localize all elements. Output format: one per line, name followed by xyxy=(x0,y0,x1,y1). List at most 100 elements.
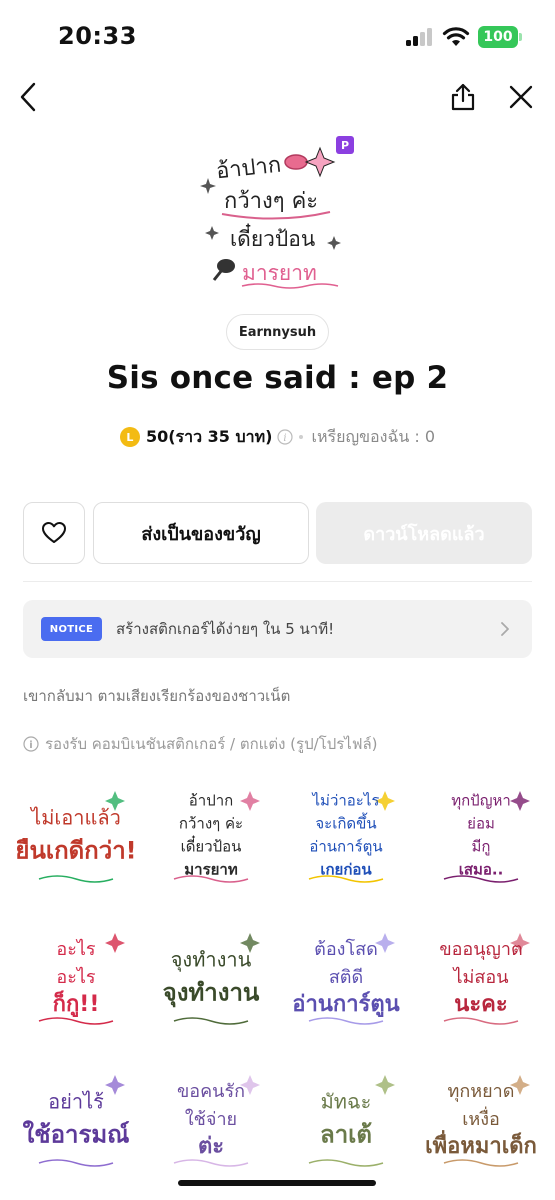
info-icon: i xyxy=(23,736,39,752)
heart-icon xyxy=(42,522,66,543)
sticker-text: ขอคนรัก xyxy=(177,1081,245,1102)
sticker-description: เขากลับมา ตามเสียงเรียกร้องของชาวเน็ต xyxy=(23,687,291,705)
share-button[interactable] xyxy=(446,80,480,114)
flourish xyxy=(308,1017,384,1025)
sticker-item[interactable]: ทุกปัญหา ย่อม มีกู เสมอ.. xyxy=(419,775,543,895)
flourish xyxy=(308,1159,384,1167)
notice-banner[interactable]: NOTICE สร้างสติกเกอร์ได้ง่ายๆ ใน 5 นาที! xyxy=(23,600,532,658)
my-coins-text: เหรียญของฉัน : 0 xyxy=(311,426,436,446)
sticker-grid: ไม่เอาแล้วยืนเกดีกว่า! อ้าปากกว้างๆ ค่ะเด… xyxy=(14,775,544,1179)
svg-text:อ้าปาก: อ้าปาก xyxy=(215,153,282,185)
line-coin-icon: L xyxy=(119,427,140,447)
sticker-text: ย่อม xyxy=(467,815,495,833)
sticker-text: เพื่อหมาเด็ก xyxy=(425,1129,537,1159)
sticker-text: ก็กู!! xyxy=(53,989,100,1018)
divider xyxy=(23,581,532,582)
sticker-text: จุงทำงาน xyxy=(171,948,252,973)
sticker-text: ใช้อารมณ์ xyxy=(23,1120,130,1149)
notice-text: สร้างสติกเกอร์ได้ง่ายๆ ใน 5 นาที! xyxy=(116,620,335,638)
sticker-text: ทุกหยาด xyxy=(448,1081,515,1102)
info-icon[interactable]: i xyxy=(277,429,294,445)
close-button[interactable] xyxy=(504,80,538,114)
status-time: 20:33 xyxy=(58,22,137,50)
sticker-text: อ่านการ์ตูน xyxy=(292,991,399,1018)
sticker-text: มัทฉะ xyxy=(321,1090,372,1114)
svg-text:i: i xyxy=(284,433,287,444)
sticker-image: อย่าไร้ใช้อารมณ์ xyxy=(23,1075,130,1167)
sparkle-icon xyxy=(105,933,125,953)
sparkle-icon xyxy=(240,791,260,811)
sticker-text: ไม่เอาแล้ว xyxy=(29,806,121,830)
sticker-text: ต่ะ xyxy=(198,1134,224,1159)
flourish xyxy=(443,1017,519,1025)
sticker-text: ลาเต้ xyxy=(320,1121,372,1149)
svg-text:มารยาท: มารยาท xyxy=(242,261,317,285)
battery-icon: 100 xyxy=(478,26,522,48)
notice-badge: NOTICE xyxy=(41,617,102,641)
sticker-item[interactable]: อะไร อะไร ก็กู!! xyxy=(14,917,138,1037)
home-indicator xyxy=(178,1180,376,1186)
sticker-item[interactable]: ทุกหยาดเหงื่อ เพื่อหมาเด็ก xyxy=(419,1059,543,1179)
cellular-signal-icon xyxy=(406,28,434,46)
support-text: รองรับ คอมบิเนชันสติกเกอร์ / ตกแต่ง (รูป… xyxy=(45,735,378,753)
support-info: i รองรับ คอมบิเนชันสติกเกอร์ / ตกแต่ง (ร… xyxy=(23,732,378,756)
sticker-item[interactable]: จุงทำงาน จุงทำงาน xyxy=(149,917,273,1037)
sticker-item[interactable]: ขอคนรักใช้จ่ายต่ะ xyxy=(149,1059,273,1179)
back-button[interactable] xyxy=(12,80,46,114)
favorite-button[interactable] xyxy=(23,502,85,564)
sparkle-icon xyxy=(375,933,395,953)
sticker-image: อะไรอะไรก็กู!! xyxy=(38,933,125,1025)
sticker-text: อ่านการ์ตูน xyxy=(309,838,382,856)
sticker-image: อ้าปากกว้างๆ ค่ะเดี๋ยวป้อนมารยาท xyxy=(173,791,260,883)
sparkle-icon xyxy=(375,1075,395,1095)
sticker-item[interactable]: อย่าไร้ใช้อารมณ์ xyxy=(14,1059,138,1179)
sticker-item[interactable]: ไม่ว่าอะไร จะเกิดขึ้น อ่านการ์ตูน เกยก่อน xyxy=(284,775,408,895)
sticker-image: ขออนุญาตไม่สอนนะคะ xyxy=(439,933,530,1025)
flourish xyxy=(38,1017,114,1025)
wifi-icon xyxy=(442,27,470,46)
sticker-image: ทุกปัญหาย่อมมีกูเสมอ.. xyxy=(443,791,530,883)
sticker-text: อย่าไร้ xyxy=(48,1090,104,1114)
sticker-item[interactable]: มัทฉะลาเต้ xyxy=(284,1059,408,1179)
sticker-text: กว้างๆ ค่ะ xyxy=(179,815,243,833)
sticker-text: เดี๋ยวป้อน xyxy=(181,835,242,856)
close-icon xyxy=(509,85,533,109)
flourish xyxy=(443,1159,519,1167)
sticker-text: อะไร xyxy=(56,966,96,988)
sticker-text: ยืนเกดีกว่า! xyxy=(17,837,135,865)
price-text: 50(ราว 35 บาท) xyxy=(145,426,273,446)
price-row: L 50(ราว 35 บาท) i เหรียญของฉัน : 0 xyxy=(0,424,555,450)
sticker-image: ไม่ว่าอะไรจะเกิดขึ้นอ่านการ์ตูนเกยก่อน xyxy=(308,791,395,883)
sticker-item[interactable]: ไม่เอาแล้วยืนเกดีกว่า! xyxy=(14,775,138,895)
sparkle-icon xyxy=(105,1075,125,1095)
sticker-text: ขออนุญาต xyxy=(439,939,522,960)
author-chip[interactable]: Earnnysuh xyxy=(226,314,329,350)
separator-dot xyxy=(299,435,304,439)
chevron-left-icon xyxy=(20,82,36,112)
sticker-item[interactable]: อ้าปาก กว้างๆ ค่ะ เดี๋ยวป้อน มารยาท xyxy=(149,775,273,895)
sticker-image: ขอคนรักใช้จ่ายต่ะ xyxy=(173,1075,260,1167)
sticker-text: อ้าปาก xyxy=(189,792,233,810)
sticker-text: ไม่ว่าอะไร xyxy=(312,792,380,810)
gift-button[interactable]: ส่งเป็นของขวัญ xyxy=(93,502,309,564)
svg-text:กว้างๆ ค่ะ: กว้างๆ ค่ะ xyxy=(224,189,318,214)
sticker-image: จุงทำงานจุงทำงาน xyxy=(163,933,260,1025)
main-sticker-image: อ้าปาก กว้างๆ ค่ะ เดี๋ยวป้อน มารยาท xyxy=(200,146,341,289)
sticker-text: เหงื่อ xyxy=(462,1106,500,1130)
chevron-right-icon xyxy=(501,622,509,636)
sticker-image: มัทฉะลาเต้ xyxy=(308,1075,395,1167)
svg-text:เดี๋ยวป้อน: เดี๋ยวป้อน xyxy=(230,223,315,251)
sticker-text: จุงทำงาน xyxy=(163,979,260,1009)
flourish xyxy=(173,1017,249,1025)
sticker-item[interactable]: ต้องโสด สติดี อ่านการ์ตูน xyxy=(284,917,408,1037)
sticker-image: ต้องโสดสติดีอ่านการ์ตูน xyxy=(292,933,400,1025)
sticker-image: ไม่เอาแล้วยืนเกดีกว่า! xyxy=(17,791,135,883)
flourish xyxy=(38,875,114,883)
sticker-title: Sis once said : ep 2 xyxy=(106,360,449,396)
sticker-item[interactable]: ขออนุญาต ไม่สอน นะคะ xyxy=(419,917,543,1037)
sparkle-icon xyxy=(510,791,530,811)
sticker-text: จะเกิดขึ้น xyxy=(315,813,376,833)
premium-badge: P xyxy=(336,136,354,154)
sticker-text: ต้องโสด xyxy=(314,938,378,960)
sticker-text: ใช้จ่าย xyxy=(185,1108,237,1130)
